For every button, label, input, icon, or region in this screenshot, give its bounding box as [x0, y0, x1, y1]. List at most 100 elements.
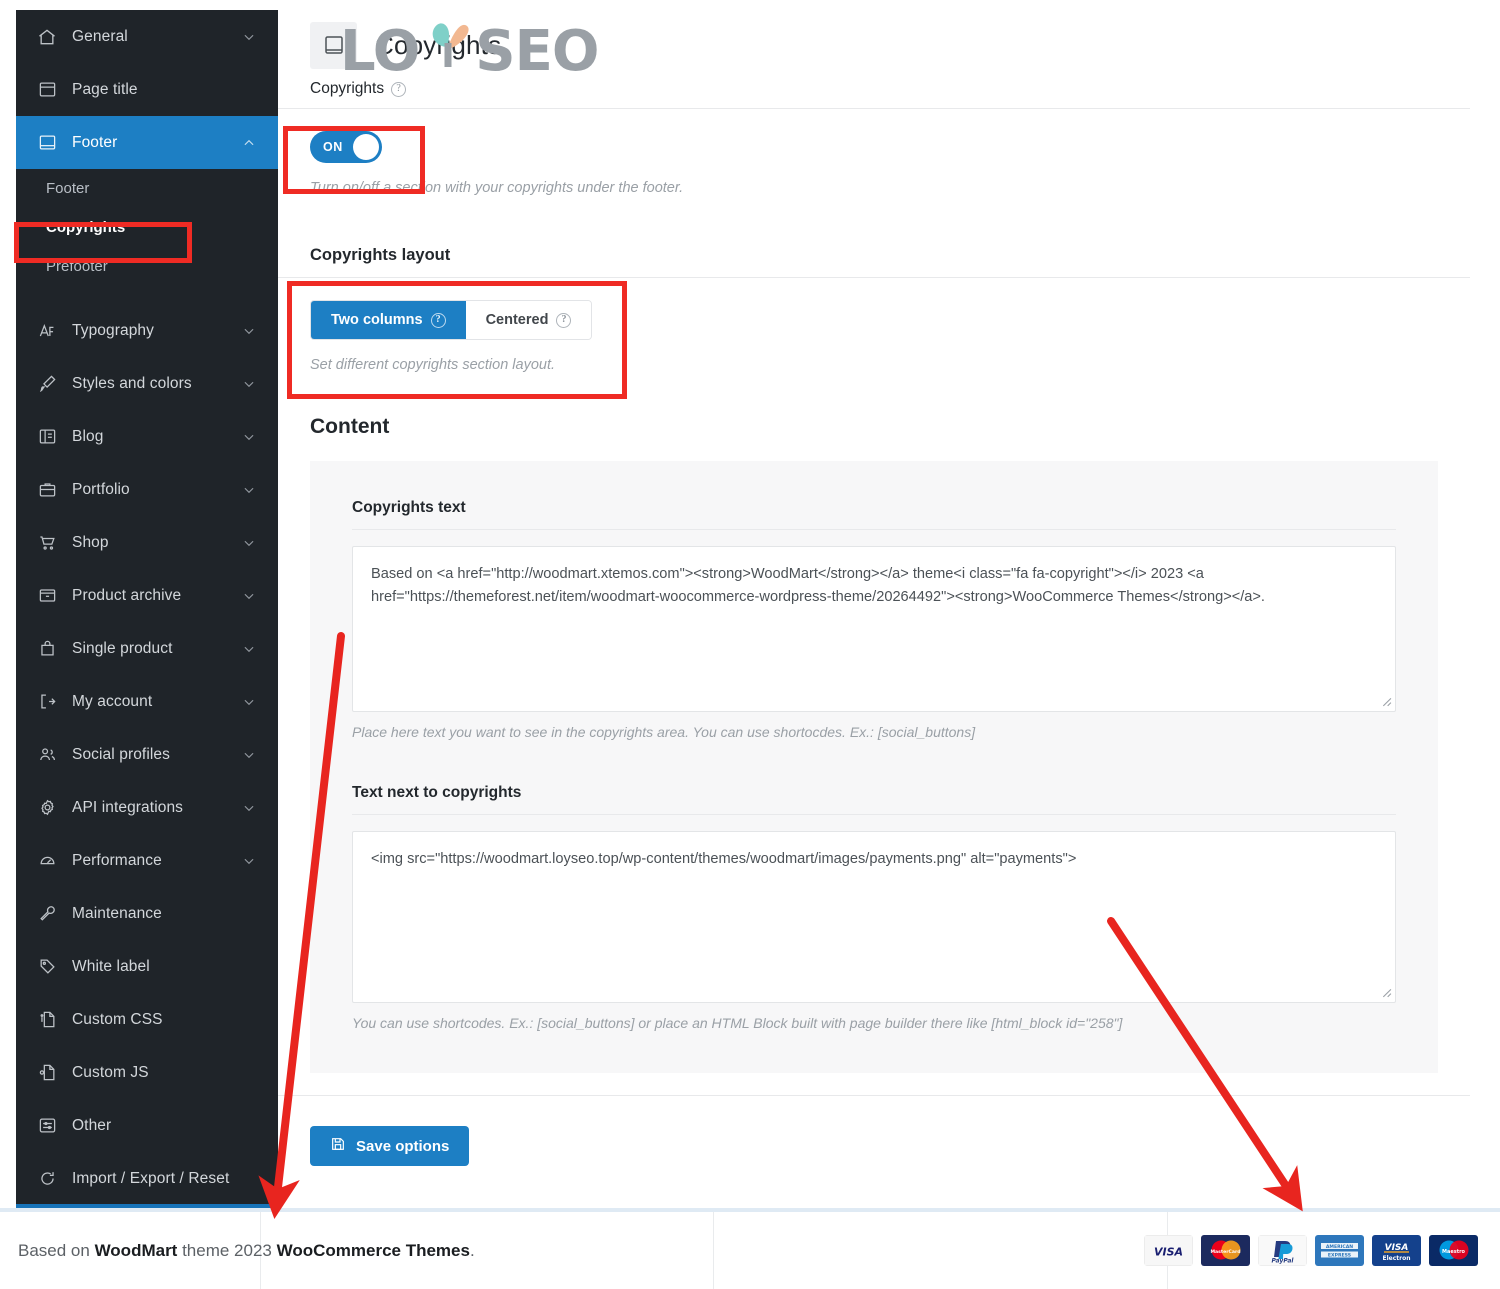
sidebar-subitem-footer[interactable]: Footer: [16, 169, 278, 208]
page-title-icon: [36, 79, 58, 101]
chevron-down-icon: [242, 536, 256, 550]
sidebar-item-label: Custom CSS: [72, 1010, 163, 1028]
settings-main-panel: Copyrights Copyrights ? ON Turn on/off a…: [278, 10, 1470, 1208]
sliders-icon: [36, 1115, 58, 1137]
mastercard-card-icon: MasterCard: [1201, 1235, 1250, 1266]
logo-text-left: LO: [340, 19, 420, 84]
sidebar-item-label: Portfolio: [72, 480, 130, 498]
text-next-to-copyrights-input[interactable]: <img src="https://woodmart.loyseo.top/wp…: [352, 831, 1396, 1003]
sidebar-item-portfolio[interactable]: Portfolio: [16, 463, 278, 516]
divider: [278, 108, 1470, 109]
gauge-icon: [36, 850, 58, 872]
sidebar-spacer: [16, 286, 278, 304]
divider: [352, 529, 1396, 530]
sidebar-item-custom-js[interactable]: Custom JS: [16, 1046, 278, 1099]
sidebar-item-white-label[interactable]: White label: [16, 940, 278, 993]
svg-text:Maestro: Maestro: [1442, 1249, 1466, 1255]
sidebar-item-custom-css[interactable]: Custom CSS: [16, 993, 278, 1046]
sidebar-item-api-integrations[interactable]: API integrations: [16, 781, 278, 834]
logo-text-right: SEO: [475, 19, 599, 84]
save-options-label: Save options: [356, 1137, 450, 1155]
sidebar-item-label: Single product: [72, 639, 173, 657]
footer-preview: Based on WoodMart theme 2023 WooCommerce…: [0, 1208, 1500, 1289]
divider: [278, 1095, 1470, 1096]
paypal-card-icon: PayPal: [1258, 1235, 1307, 1266]
copyrights-toggle-label-row: Copyrights ?: [278, 80, 1470, 98]
sidebar-item-label: Blog: [72, 427, 104, 445]
settings-sidebar[interactable]: General Page title Footer Footer Copyrig…: [16, 10, 278, 1208]
cart-icon: [36, 532, 58, 554]
footer-brand-woocommerce[interactable]: WooCommerce Themes: [277, 1241, 470, 1260]
copyrights-layout-title: Copyrights layout: [310, 246, 451, 264]
js-file-icon: [36, 1062, 58, 1084]
brush-icon: [36, 373, 58, 395]
copyrights-text-label: Copyrights text: [352, 499, 466, 516]
chevron-down-icon: [242, 854, 256, 868]
chevron-down-icon: [242, 748, 256, 762]
svg-text:AMERICAN: AMERICAN: [1326, 1244, 1353, 1250]
chevron-down-icon: [242, 430, 256, 444]
chevron-down-icon: [242, 324, 256, 338]
divider: [352, 814, 1396, 815]
sidebar-item-label: Page title: [72, 80, 138, 98]
sidebar-item-general[interactable]: General: [16, 10, 278, 63]
save-options-button[interactable]: Save options: [310, 1126, 470, 1166]
sidebar-item-shop[interactable]: Shop: [16, 516, 278, 569]
sidebar-item-label: Custom JS: [72, 1063, 149, 1081]
resize-handle-icon[interactable]: [1379, 985, 1392, 998]
sidebar-item-label: Styles and colors: [72, 374, 192, 392]
sidebar-item-label: Shop: [72, 533, 109, 551]
tag-icon: [36, 956, 58, 978]
amex-card-icon: AMERICAN EXPRESS: [1315, 1235, 1364, 1266]
sidebar-item-page-title[interactable]: Page title: [16, 63, 278, 116]
resize-handle-icon[interactable]: [1379, 694, 1392, 707]
wrench-icon: [36, 903, 58, 925]
text-next-to-copyrights-label: Text next to copyrights: [352, 784, 522, 801]
account-icon: [36, 691, 58, 713]
sidebar-item-social-profiles[interactable]: Social profiles: [16, 728, 278, 781]
refresh-icon: [36, 1168, 58, 1190]
sidebar-item-maintenance[interactable]: Maintenance: [16, 887, 278, 940]
chevron-down-icon: [242, 30, 256, 44]
sidebar-item-single-product[interactable]: Single product: [16, 622, 278, 675]
sidebar-item-label: Footer: [72, 133, 118, 151]
sidebar-item-label: My account: [72, 692, 153, 710]
sidebar-item-label: Performance: [72, 851, 162, 869]
chevron-down-icon: [242, 801, 256, 815]
sidebar-item-label: Social profiles: [72, 745, 170, 763]
sidebar-item-label: White label: [72, 957, 150, 975]
footer-brand-woodmart[interactable]: WoodMart: [95, 1241, 178, 1260]
home-icon: [36, 26, 58, 48]
logo-y-icon: [417, 13, 479, 80]
css-file-icon: [36, 1009, 58, 1031]
sidebar-item-typography[interactable]: Typography: [16, 304, 278, 357]
sidebar-item-label: Product archive: [72, 586, 182, 604]
footer-icon: [36, 132, 58, 154]
payment-icons: VISA MasterCard PayPal AMERICAN EXPRESS …: [1144, 1235, 1478, 1266]
sidebar-subitem-label: Footer: [46, 180, 90, 197]
chevron-down-icon: [242, 483, 256, 497]
svg-text:VISA: VISA: [1154, 1246, 1183, 1259]
chevron-down-icon: [242, 695, 256, 709]
sidebar-item-performance[interactable]: Performance: [16, 834, 278, 887]
sidebar-item-my-account[interactable]: My account: [16, 675, 278, 728]
chevron-down-icon: [242, 377, 256, 391]
sidebar-item-product-archive[interactable]: Product archive: [16, 569, 278, 622]
sidebar-item-label: General: [72, 27, 128, 45]
sidebar-item-styles-and-colors[interactable]: Styles and colors: [16, 357, 278, 410]
sidebar-item-footer[interactable]: Footer: [16, 116, 278, 169]
copyrights-text-help: Place here text you want to see in the c…: [352, 724, 976, 740]
svg-text:MasterCard: MasterCard: [1210, 1249, 1240, 1255]
toggle-highlight-box: [283, 126, 425, 194]
copyrights-text-input[interactable]: Based on <a href="http://woodmart.xtemos…: [352, 546, 1396, 712]
layout-highlight-box: [287, 281, 627, 399]
loyseo-logo: LO SEO: [340, 19, 600, 84]
save-row: Save options: [310, 1126, 1470, 1166]
sidebar-item-import-export-reset[interactable]: Import / Export / Reset: [16, 1152, 278, 1205]
sidebar-item-label: Other: [72, 1116, 112, 1134]
footer-copyright-text: Based on WoodMart theme 2023 WooCommerce…: [18, 1241, 475, 1261]
sidebar-item-blog[interactable]: Blog: [16, 410, 278, 463]
users-icon: [36, 744, 58, 766]
svg-text:Electron: Electron: [1382, 1255, 1410, 1262]
sidebar-item-other[interactable]: Other: [16, 1099, 278, 1152]
